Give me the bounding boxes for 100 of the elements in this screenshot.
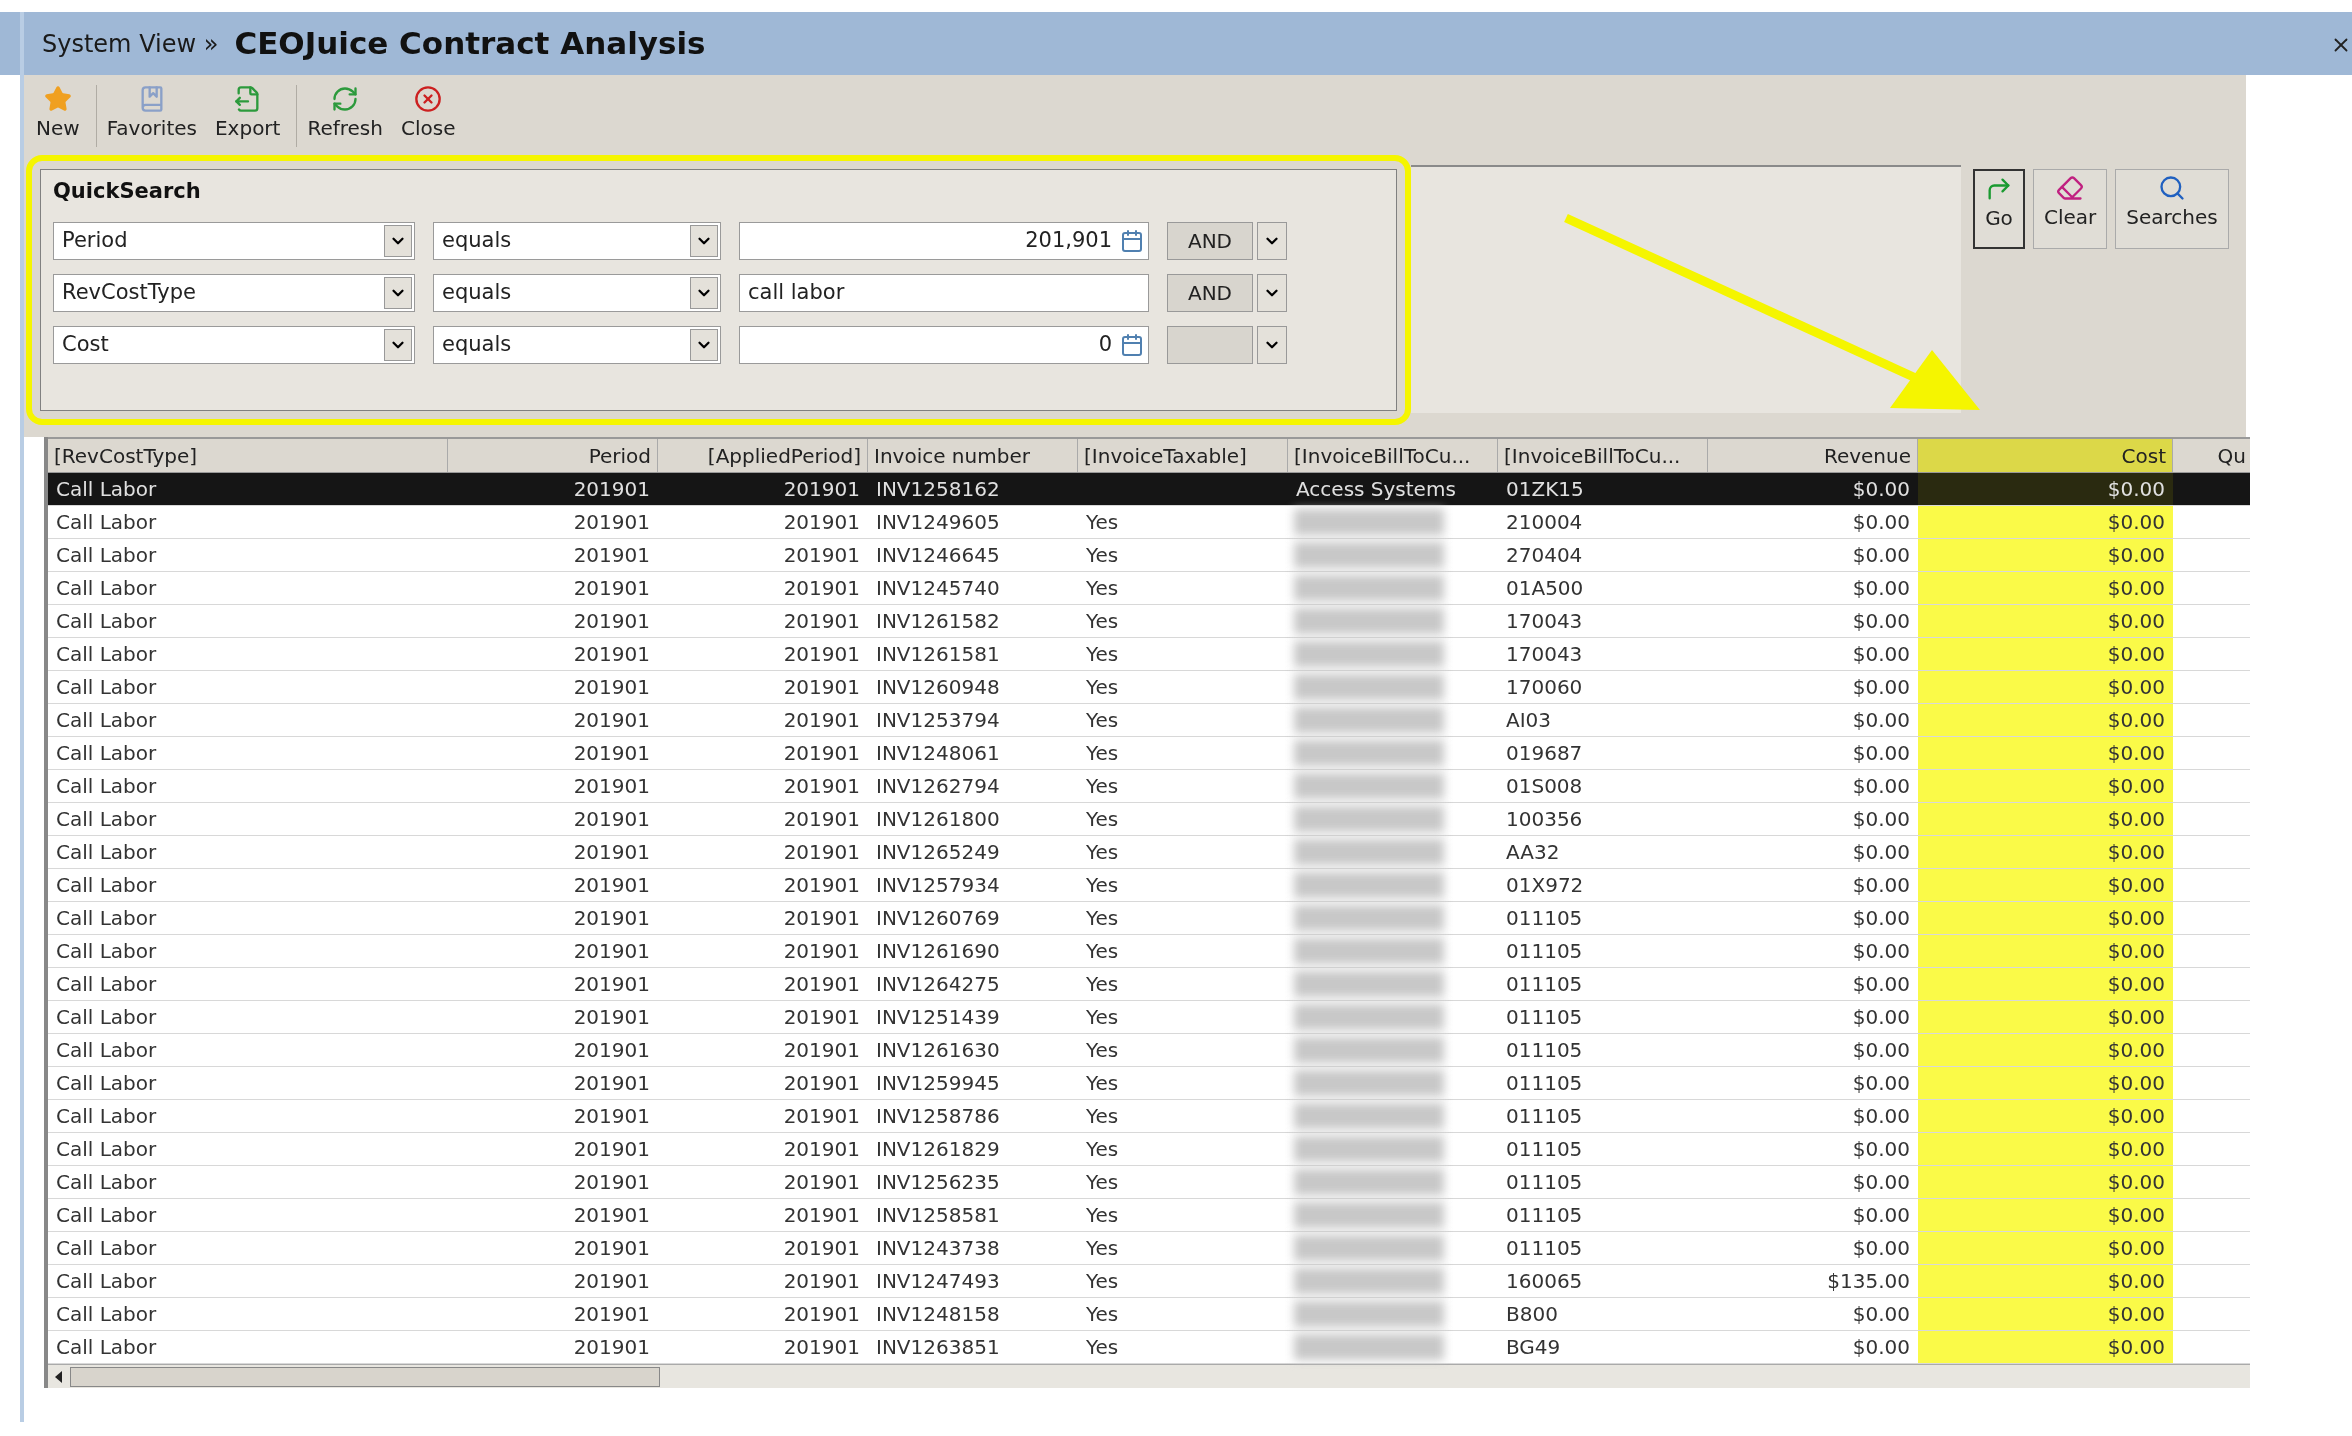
table-cell-text: INV1243738 (876, 1235, 1000, 1262)
column-header[interactable]: Cost (1918, 439, 2173, 472)
table-cell-text: 201901 (783, 1070, 860, 1097)
table-cell-text: 201901 (573, 1103, 650, 1130)
value-input-field[interactable]: 201,901 (739, 221, 1149, 260)
breadcrumb-link[interactable]: System View » (42, 25, 219, 62)
table-cell-text: $0.00 (2107, 1070, 2165, 1097)
column-header[interactable]: [InvoiceBillToCu... (1288, 439, 1498, 472)
dropdown-field[interactable]: Cost (53, 325, 415, 364)
table-row[interactable]: Call Labor 201901 201901 INV1245740 Yes 01A500 $0.00 $0.00 (48, 572, 2250, 605)
search-action-button[interactable]: Searches (2115, 169, 2229, 249)
join-operator-button[interactable]: AND (1167, 273, 1253, 312)
column-header[interactable]: Invoice number (868, 439, 1078, 472)
table-cell-text: $0.00 (1852, 806, 1910, 833)
table-cell-text: Yes (1086, 509, 1119, 536)
table-row[interactable]: Call Labor 201901 201901 INV1251439 Yes 011105 $0.00 $0.00 (48, 1001, 2250, 1034)
table-row[interactable]: Call Labor 201901 201901 INV1258786 Yes 011105 $0.00 $0.00 (48, 1100, 2250, 1133)
table-cell-text: $0.00 (2107, 509, 2165, 536)
table-cell-text: $135.00 (1827, 1268, 1910, 1295)
table-row[interactable]: Call Labor 201901 201901 INV1261630 Yes 011105 $0.00 $0.00 (48, 1034, 2250, 1067)
table-cell-text: INV1258162 (876, 476, 1000, 503)
table-row[interactable]: Call Labor 201901 201901 INV1261800 Yes 100356 $0.00 $0.00 (48, 803, 2250, 836)
table-cell-text: $0.00 (1852, 674, 1910, 701)
column-header[interactable]: [InvoiceTaxable] (1078, 439, 1288, 472)
table-cell-text: $0.00 (2107, 1202, 2165, 1229)
table-row[interactable]: Call Labor 201901 201901 INV1248061 Yes 019687 $0.00 $0.00 (48, 737, 2250, 770)
table-cell-text: $0.00 (2107, 1169, 2165, 1196)
table-cell-text: Yes (1086, 1136, 1119, 1163)
table-cell-text: $0.00 (2107, 1103, 2165, 1130)
table-cell-text: $0.00 (1852, 1004, 1910, 1031)
table-row[interactable]: Call Labor 201901 201901 INV1264275 Yes 011105 $0.00 $0.00 (48, 968, 2250, 1001)
table-cell-text: INV1258581 (876, 1202, 1000, 1229)
table-cell-text: $0.00 (2107, 1037, 2165, 1064)
table-row[interactable]: Call Labor 201901 201901 INV1265249 Yes AA32 $0.00 $0.00 (48, 836, 2250, 869)
column-header[interactable]: Period (448, 439, 658, 472)
column-header[interactable]: [AppliedPeriod] (658, 439, 868, 472)
column-header[interactable]: [RevCostType] (48, 439, 448, 472)
search-action-button[interactable]: Clear (2033, 169, 2108, 249)
table-cell-text: Call Labor (56, 575, 157, 602)
dropdown-field[interactable]: Period (53, 221, 415, 260)
toolbar-button[interactable]: Export (208, 85, 287, 147)
table-row[interactable]: Call Labor 201901 201901 INV1253794 Yes AI03 $0.00 $0.00 (48, 704, 2250, 737)
scrollbar-thumb[interactable] (70, 1366, 660, 1387)
table-cell-text: Yes (1086, 971, 1119, 998)
table-cell-text: Call Labor (56, 773, 157, 800)
table-row[interactable]: Call Labor 201901 201901 INV1258581 Yes 011105 $0.00 $0.00 (48, 1199, 2250, 1232)
table-cell-text: 201901 (573, 1169, 650, 1196)
calendar-icon[interactable] (1120, 332, 1144, 357)
table-cell-text: $0.00 (1852, 740, 1910, 767)
search-action-button[interactable]: Go (1973, 169, 2025, 249)
scroll-left-arrow-icon[interactable] (54, 1370, 64, 1383)
table-cell-text: INV1264275 (876, 971, 1000, 998)
table-cell-text: Yes (1086, 839, 1119, 866)
table-cell-text: 201901 (573, 1136, 650, 1163)
join-operator-button[interactable]: AND (1167, 221, 1253, 260)
table-row[interactable]: Call Labor 201901 201901 INV1260948 Yes 170060 $0.00 $0.00 (48, 671, 2250, 704)
column-header[interactable]: [InvoiceBillToCu... (1498, 439, 1708, 472)
table-row[interactable]: Call Labor 201901 201901 INV1263851 Yes BG49 $0.00 $0.00 (48, 1331, 2250, 1364)
table-row[interactable]: Call Labor 201901 201901 INV1260769 Yes 011105 $0.00 $0.00 (48, 902, 2250, 935)
table-row[interactable]: Call Labor 201901 201901 INV1257934 Yes 01X972 $0.00 $0.00 (48, 869, 2250, 902)
dropdown-field[interactable]: equals (433, 273, 721, 312)
table-row[interactable]: Call Labor 201901 201901 INV1246645 Yes 270404 $0.00 $0.00 (48, 539, 2250, 572)
toolbar-button[interactable]: Close (394, 85, 462, 147)
table-cell-text: 201901 (573, 740, 650, 767)
dropdown-field[interactable]: equals (433, 325, 721, 364)
table-cell-text: INV1258786 (876, 1103, 1000, 1130)
dropdown-field[interactable]: RevCostType (53, 273, 415, 312)
table-row[interactable]: Call Labor 201901 201901 INV1261581 Yes 170043 $0.00 $0.00 (48, 638, 2250, 671)
calendar-icon[interactable] (1120, 228, 1144, 253)
table-row[interactable]: Call Labor 201901 201901 INV1261690 Yes 011105 $0.00 $0.00 (48, 935, 2250, 968)
table-row[interactable]: Call Labor 201901 201901 INV1243738 Yes 011105 $0.00 $0.00 (48, 1232, 2250, 1265)
table-cell-text: $0.00 (1852, 476, 1910, 503)
table-cell-text: INV1261582 (876, 608, 1000, 635)
column-header[interactable]: Qu (2173, 439, 2250, 472)
table-cell-text: Call Labor (56, 1004, 157, 1031)
table-row[interactable]: Call Labor 201901 201901 INV1259945 Yes 011105 $0.00 $0.00 (48, 1067, 2250, 1100)
table-cell-text: B800 (1506, 1301, 1558, 1328)
table-cell-text: 201901 (573, 476, 650, 503)
table-cell-text: 011105 (1506, 1136, 1583, 1163)
table-cell-text: $0.00 (1852, 1235, 1910, 1262)
table-cell-text: INV1248061 (876, 740, 1000, 767)
table-cell-text: INV1260948 (876, 674, 1000, 701)
table-row[interactable]: Call Labor 201901 201901 INV1261829 Yes 011105 $0.00 $0.00 (48, 1133, 2250, 1166)
table-cell-text: $0.00 (2107, 542, 2165, 569)
dropdown-field[interactable]: equals (433, 221, 721, 260)
table-cell-text: Yes (1086, 806, 1119, 833)
table-row[interactable]: Call Labor 201901 201901 INV1248158 Yes B800 $0.00 $0.00 (48, 1298, 2250, 1331)
table-row[interactable]: Call Labor 201901 201901 INV1262794 Yes 01S008 $0.00 $0.00 (48, 770, 2250, 803)
table-cell-text: Yes (1086, 1037, 1119, 1064)
value-input-field[interactable]: call labor (739, 273, 1149, 312)
table-cell-text: 019687 (1506, 740, 1583, 767)
table-cell-text: Yes (1086, 1169, 1119, 1196)
table-row[interactable]: Call Labor 201901 201901 INV1247493 Yes 160065 $135.00 $0.00 (48, 1265, 2250, 1298)
table-cell-text: Access Systems (1296, 476, 1456, 503)
toolbar-button[interactable]: New (30, 85, 86, 147)
table-row[interactable]: Call Labor 201901 201901 INV1261582 Yes 170043 $0.00 $0.00 (48, 605, 2250, 638)
table-row[interactable]: Call Labor 201901 201901 INV1256235 Yes 011105 $0.00 $0.00 (48, 1166, 2250, 1199)
table-row[interactable]: Call Labor 201901 201901 INV1258162 Access Systems 01ZK15 $0.00 $0.00 (48, 473, 2250, 506)
value-input-field[interactable]: 0 (739, 325, 1149, 364)
table-row[interactable]: Call Labor 201901 201901 INV1249605 Yes 210004 $0.00 $0.00 (48, 506, 2250, 539)
